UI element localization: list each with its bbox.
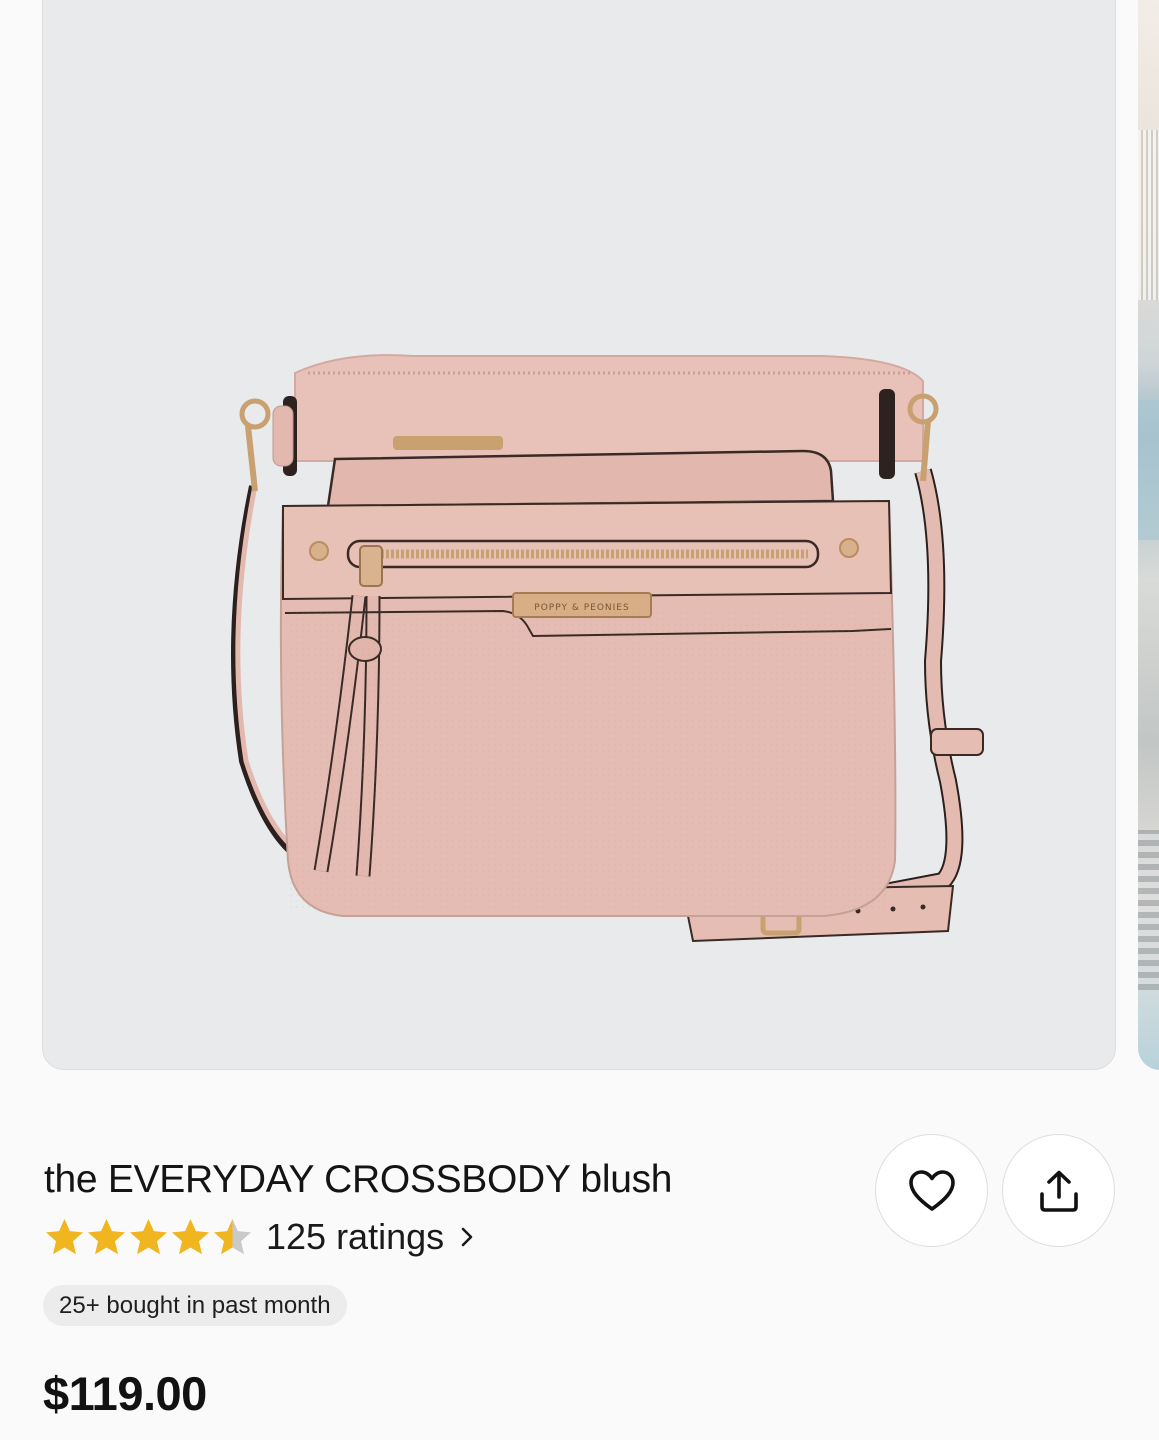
star-icon — [214, 1218, 251, 1254]
product-photo: POPPY & PEONIES — [231, 354, 984, 943]
star-icon — [130, 1218, 167, 1254]
star-icon — [46, 1218, 83, 1254]
star-rating — [44, 1217, 254, 1258]
product-title: the EVERYDAY CROSSBODY blush — [44, 1158, 673, 1201]
product-image-card[interactable]: POPPY & PEONIES — [42, 0, 1116, 1070]
product-image-gallery[interactable]: POPPY & PEONIES — [0, 0, 1159, 1072]
share-button[interactable] — [1002, 1134, 1115, 1247]
bag-back-panel — [294, 354, 924, 462]
heart-outline-icon — [908, 1169, 955, 1211]
chevron-right-icon[interactable] — [458, 1225, 476, 1249]
next-image-card[interactable] — [1138, 0, 1159, 1070]
product-price: $119.00 — [43, 1367, 207, 1420]
bag-middle-pocket — [326, 449, 835, 508]
favorite-button[interactable] — [875, 1134, 988, 1247]
share-upload-icon — [1039, 1170, 1078, 1212]
rating-summary[interactable]: 125 ratings — [44, 1214, 476, 1260]
purchase-count-badge: 25+ bought in past month — [43, 1285, 347, 1326]
star-icon — [88, 1218, 125, 1254]
star-icon — [172, 1218, 209, 1254]
ratings-count[interactable]: 125 ratings — [266, 1216, 444, 1258]
